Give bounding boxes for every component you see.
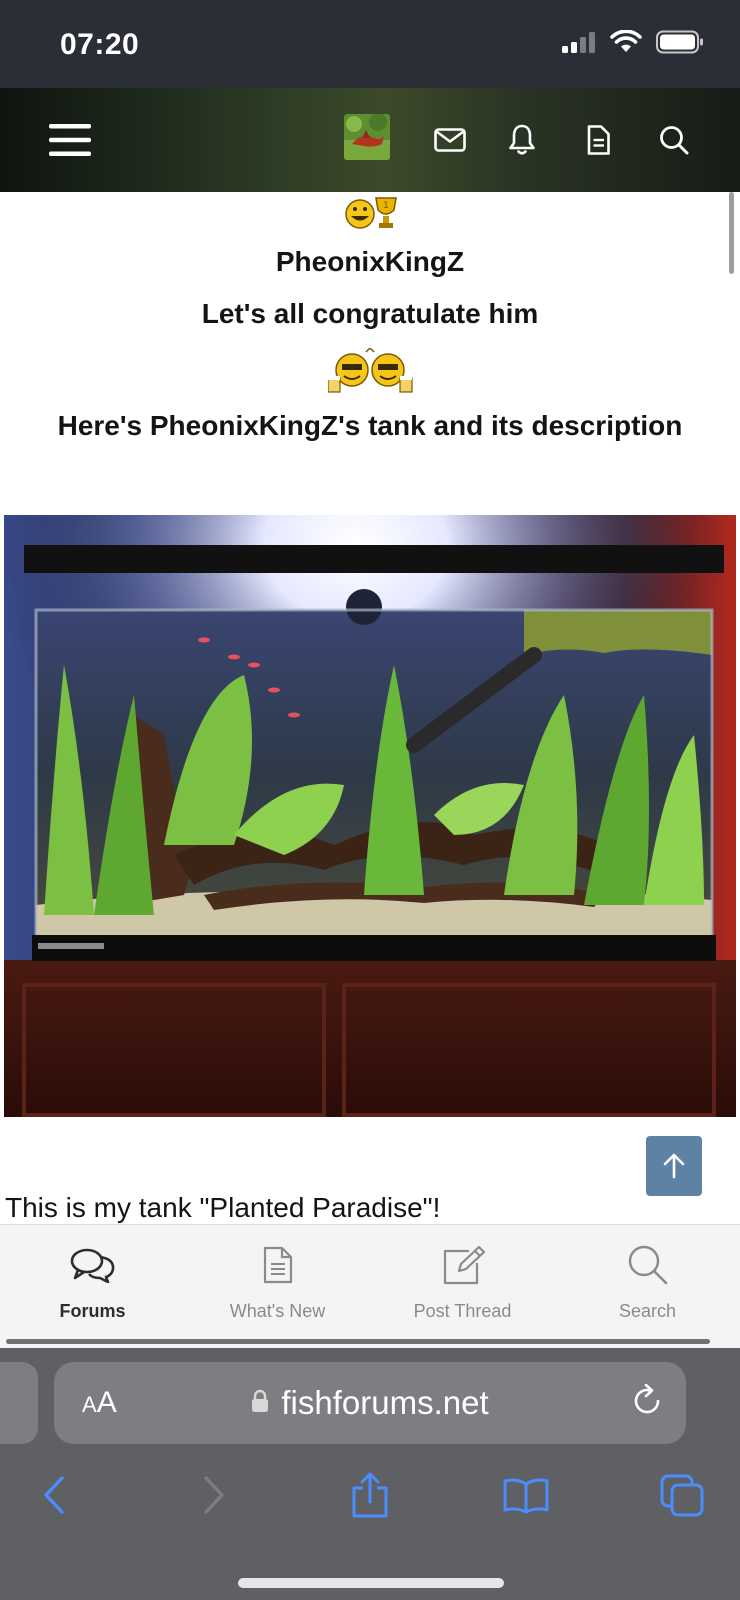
tabs-overview-icon <box>660 1474 704 1517</box>
lock-icon <box>252 1390 269 1413</box>
tab-forums[interactable]: Forums <box>0 1225 185 1335</box>
conversations-button[interactable] <box>420 110 480 170</box>
trophy-smiley-icon: 1 <box>345 197 397 229</box>
compose-icon <box>443 1245 485 1285</box>
tab-search-label: Search <box>618 1301 677 1321</box>
address-bar[interactable]: AA fishforums.net <box>54 1362 686 1444</box>
chevron-left-icon <box>44 1476 64 1514</box>
home-indicator[interactable] <box>238 1578 504 1588</box>
wifi-icon <box>610 30 642 52</box>
arrow-up-icon <box>663 1153 685 1179</box>
battery-icon <box>656 30 703 54</box>
search-icon <box>628 1245 667 1285</box>
book-icon <box>503 1478 549 1514</box>
speech-bubbles-icon <box>70 1248 114 1283</box>
tab-post-thread[interactable]: Post Thread <box>370 1225 555 1335</box>
safari-toolbar: AA fishforums.net <box>0 1348 740 1600</box>
share-button[interactable] <box>340 1470 400 1520</box>
description-heading: Here's PheonixKingZ's tank and its descr… <box>57 410 683 441</box>
back-button[interactable] <box>24 1470 84 1520</box>
menu-button[interactable] <box>40 110 100 170</box>
congrats-line: Let's all congratulate him <box>201 298 539 329</box>
url-text: fishforums.net <box>281 1384 489 1421</box>
status-time: 07:20 <box>60 28 140 61</box>
search-header-button[interactable] <box>644 110 704 170</box>
bottom-tab-bar: Forums What's New Post Thread Search <box>0 1224 740 1348</box>
chevron-right-icon <box>204 1476 224 1514</box>
post-content: 1 PheonixKingZ Let's all congratulate hi… <box>0 192 740 1224</box>
tabs-button[interactable] <box>652 1470 712 1520</box>
post-body-text: This is my tank "Planted Paradise"! <box>5 1192 441 1223</box>
scroll-to-top-button[interactable] <box>646 1136 702 1196</box>
alerts-button[interactable] <box>492 110 552 170</box>
status-icons <box>562 30 704 54</box>
page-load-progress <box>6 1339 710 1344</box>
member-name: PheonixKingZ <box>275 246 465 277</box>
avatar-image <box>344 114 390 160</box>
previous-tab-preview[interactable] <box>0 1362 38 1444</box>
tab-whats-new[interactable]: What's New <box>185 1225 370 1335</box>
tab-whats-new-label: What's New <box>229 1301 326 1321</box>
cellular-signal-icon <box>562 32 595 53</box>
status-bar: 07:20 <box>0 0 740 88</box>
envelope-icon <box>434 128 466 152</box>
svg-text:1: 1 <box>383 201 389 211</box>
aquarium-photo[interactable] <box>4 515 736 1117</box>
share-icon <box>352 1472 388 1518</box>
tab-post-thread-label: Post Thread <box>413 1301 512 1321</box>
cheers-smileys-icon <box>328 348 413 393</box>
search-icon <box>660 126 689 155</box>
hamburger-menu-icon <box>49 124 91 156</box>
reload-icon <box>634 1383 660 1414</box>
forward-button[interactable] <box>184 1470 244 1520</box>
user-avatar[interactable] <box>344 114 390 160</box>
tab-forums-label: Forums <box>59 1301 126 1321</box>
site-header <box>0 88 740 192</box>
url-display[interactable]: fishforums.net <box>54 1384 686 1422</box>
document-icon <box>263 1246 292 1284</box>
reload-button[interactable] <box>632 1383 664 1423</box>
document-icon <box>587 125 610 155</box>
whats-new-header-button[interactable] <box>568 110 628 170</box>
bell-icon <box>509 124 535 155</box>
tab-search[interactable]: Search <box>555 1225 740 1335</box>
bookmarks-button[interactable] <box>496 1470 556 1520</box>
